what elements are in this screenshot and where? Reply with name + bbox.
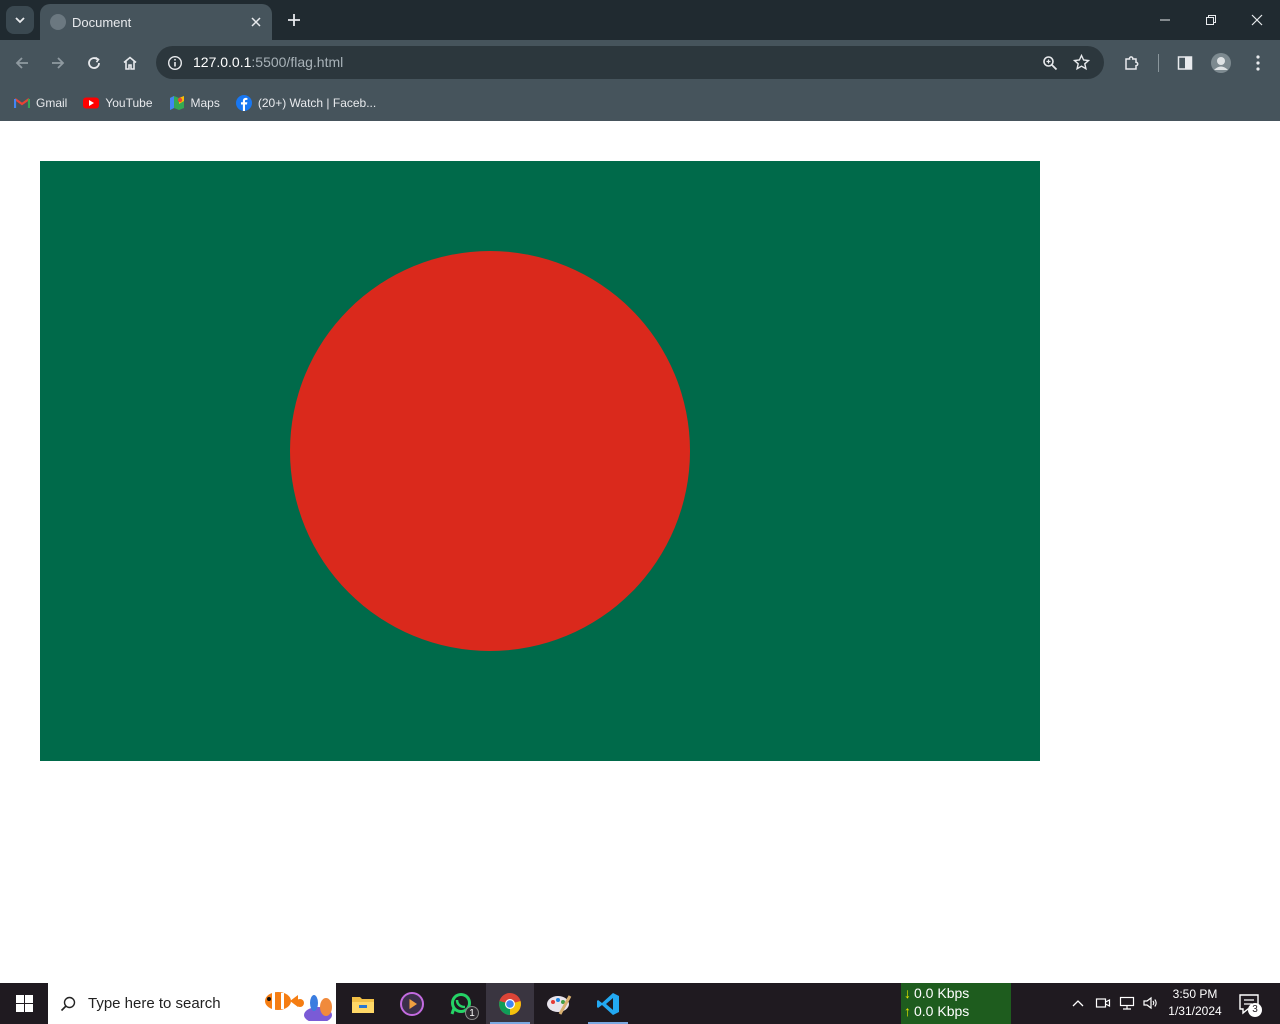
browser-toolbar: 127.0.0.1:5500/flag.html	[0, 40, 1280, 85]
page-viewport	[0, 121, 1280, 983]
arrow-right-icon	[52, 57, 65, 69]
upload-speed: ↑ 0.0 Kbps	[904, 1002, 1011, 1020]
show-hidden-icons-button[interactable]	[1069, 994, 1087, 1012]
bangladesh-flag	[40, 161, 1040, 761]
info-icon	[167, 55, 182, 70]
bookmark-label: YouTube	[105, 96, 153, 110]
windows-logo-icon	[15, 995, 33, 1012]
download-speed: ↓ 0.0 Kbps	[904, 984, 1011, 1002]
play-icon	[400, 991, 424, 1016]
bookmark-maps[interactable]: Maps	[163, 89, 226, 117]
bookmark-star-button[interactable]	[1069, 50, 1094, 75]
chrome-app[interactable]	[486, 983, 534, 1024]
network-speed-widget: ↓ 0.0 Kbps ↑ 0.0 Kbps	[901, 983, 1011, 1024]
flag-red-disc	[290, 251, 690, 651]
network-status-button[interactable]	[1118, 994, 1136, 1012]
clock-date: 1/31/2024	[1168, 1004, 1222, 1018]
volume-button[interactable]	[1141, 994, 1159, 1012]
facebook-icon	[235, 95, 252, 111]
zoom-icon	[1042, 55, 1057, 70]
reload-icon	[88, 56, 100, 69]
browser-menu-button[interactable]	[1243, 48, 1273, 78]
chrome-icon	[499, 992, 521, 1015]
bookmark-label: (20+) Watch | Faceb...	[257, 96, 377, 110]
minimize-icon	[1160, 19, 1170, 21]
taskbar-search-box[interactable]: Type here to search	[48, 983, 336, 1024]
bookmark-label: Maps	[190, 96, 220, 110]
file-explorer-app[interactable]	[339, 983, 387, 1024]
bookmark-youtube[interactable]: YouTube	[77, 89, 158, 117]
new-tab-button[interactable]	[280, 6, 308, 34]
zoom-button[interactable]	[1037, 50, 1062, 75]
start-button[interactable]	[0, 983, 48, 1024]
search-placeholder: Type here to search	[88, 995, 221, 1012]
maps-icon	[169, 95, 185, 111]
home-button[interactable]	[115, 48, 145, 78]
upload-speed-value: 0.0 Kbps	[914, 1003, 970, 1019]
browser-tab-active[interactable]: Document	[40, 4, 272, 40]
chevron-down-icon	[15, 17, 25, 24]
arrow-up-icon: ↑	[904, 1003, 911, 1019]
bookmark-facebook[interactable]: (20+) Watch | Faceb...	[230, 89, 382, 117]
clock-time: 3:50 PM	[1172, 987, 1218, 1001]
avatar-icon	[1211, 53, 1231, 73]
ethernet-icon	[1119, 996, 1135, 1010]
address-bar[interactable]: 127.0.0.1:5500/flag.html	[156, 46, 1104, 79]
whatsapp-badge: 1	[465, 1006, 479, 1020]
folder-icon	[352, 996, 374, 1013]
close-icon	[1251, 14, 1263, 26]
vscode-icon	[597, 992, 619, 1015]
site-info-button[interactable]	[162, 50, 187, 75]
profile-button[interactable]	[1206, 48, 1236, 78]
search-icon	[60, 996, 76, 1011]
kebab-menu-icon	[1256, 55, 1260, 71]
download-speed-value: 0.0 Kbps	[914, 985, 970, 1001]
search-highlight-illustration	[265, 992, 332, 1021]
meet-now-button[interactable]	[1094, 994, 1112, 1012]
minimize-button[interactable]	[1142, 0, 1188, 40]
arrow-down-icon: ↓	[904, 985, 911, 1001]
side-panel-icon	[1177, 56, 1193, 70]
globe-icon	[50, 14, 66, 30]
url-path: :5500/flag.html	[251, 54, 344, 70]
toolbar-divider	[1158, 54, 1159, 72]
bookmark-gmail[interactable]: Gmail	[8, 89, 73, 117]
windows-taskbar: Type here to search 1 ↓ 0.0 Kbps ↑ 0.0 K…	[0, 983, 1280, 1024]
extensions-button[interactable]	[1117, 48, 1147, 78]
speaker-icon	[1143, 996, 1157, 1010]
browser-tabstrip: Document	[0, 0, 1280, 40]
chevron-up-icon	[1072, 1000, 1084, 1007]
paint-app[interactable]	[535, 983, 583, 1024]
back-button[interactable]	[7, 48, 37, 78]
forward-button[interactable]	[43, 48, 73, 78]
url-host: 127.0.0.1	[193, 54, 252, 70]
bookmarks-bar: Gmail YouTube Maps (20+) Watch | Faceb..…	[0, 85, 1280, 121]
youtube-icon	[83, 95, 100, 111]
close-window-button[interactable]	[1234, 0, 1280, 40]
vscode-app[interactable]	[584, 983, 632, 1024]
taskbar-clock[interactable]: 3:50 PM 1/31/2024	[1158, 986, 1232, 1020]
close-icon	[251, 17, 261, 27]
tab-search-button[interactable]	[6, 6, 34, 34]
puzzle-icon	[1125, 56, 1139, 70]
restore-icon	[1206, 15, 1216, 25]
restore-button[interactable]	[1188, 0, 1234, 40]
arrow-left-icon	[15, 57, 28, 69]
camera-icon	[1095, 998, 1111, 1008]
window-controls	[1142, 0, 1280, 40]
gmail-icon	[14, 95, 30, 111]
tab-close-button[interactable]	[244, 10, 268, 34]
home-icon	[123, 56, 137, 70]
palette-icon	[547, 994, 572, 1015]
notification-count-badge: 3	[1248, 1003, 1262, 1017]
bookmark-label: Gmail	[36, 96, 68, 110]
url-text[interactable]: 127.0.0.1:5500/flag.html	[193, 54, 343, 70]
star-icon	[1073, 54, 1090, 71]
whatsapp-app[interactable]: 1	[437, 983, 485, 1024]
reload-button[interactable]	[79, 48, 109, 78]
plus-icon	[288, 14, 300, 26]
tab-title: Document	[72, 14, 132, 30]
side-panel-button[interactable]	[1170, 48, 1200, 78]
media-player-app[interactable]	[388, 983, 436, 1024]
